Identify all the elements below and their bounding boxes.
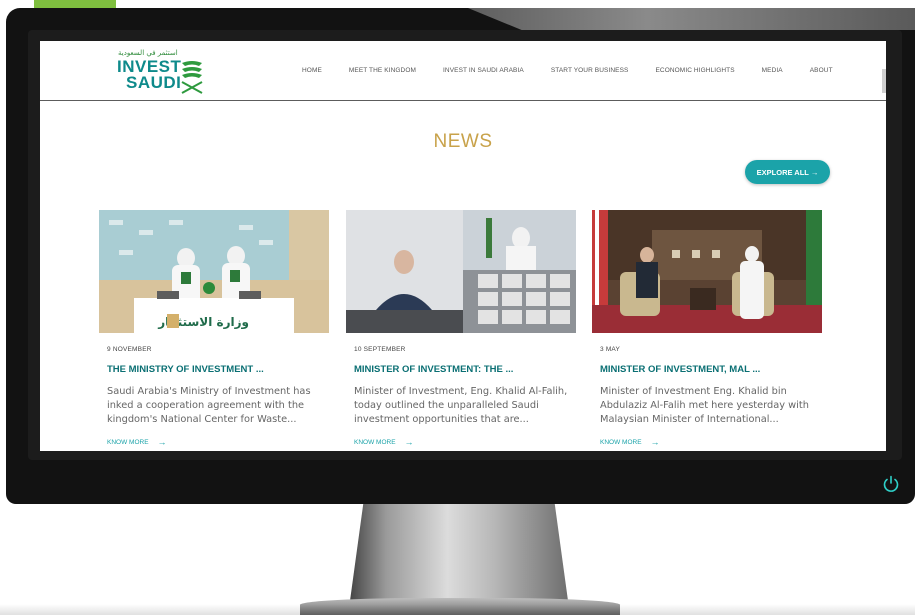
nav-start-your-business[interactable]: START YOUR BUSINESS — [551, 67, 629, 74]
nav-economic-highlights[interactable]: ECONOMIC HIGHLIGHTS — [655, 67, 734, 74]
invest-saudi-logo[interactable]: استثمر في السعودية INVEST SAUDI — [114, 49, 214, 97]
news-card: 3 MAY MINISTER OF INVESTMENT, MAL ... Mi… — [592, 210, 822, 451]
know-more-link[interactable]: KNOW MORE → — [600, 437, 660, 447]
news-section-title: NEWS — [433, 131, 493, 152]
news-card: 10 SEPTEMBER MINISTER OF INVESTMENT: THE… — [346, 210, 576, 451]
site-header: استثمر في السعودية INVEST SAUDI HOME MEE… — [40, 41, 886, 101]
news-date: 10 SEPTEMBER — [354, 346, 406, 353]
nav-home[interactable]: HOME — [302, 67, 322, 74]
news-headline[interactable]: THE MINISTRY OF INVESTMENT ... — [107, 364, 327, 375]
news-image-signing-ceremony[interactable]: وزارة الاستثمار — [99, 210, 329, 333]
nav-meet-the-kingdom[interactable]: MEET THE KINGDOM — [349, 67, 416, 74]
logo-saudi-text: SAUDI — [126, 73, 182, 92]
news-image-bilateral-meeting[interactable] — [592, 210, 822, 333]
monitor-gloss — [468, 8, 915, 30]
news-card: وزارة الاستثمار 9 NOVEMBER THE MINISTRY … — [99, 210, 329, 451]
monitor-stand-neck — [349, 504, 569, 604]
explore-all-button[interactable]: EXPLORE ALL → — [745, 160, 830, 184]
news-headline[interactable]: MINISTER OF INVESTMENT: THE ... — [354, 364, 574, 375]
know-more-link[interactable]: KNOW MORE → — [354, 437, 414, 447]
scrollbar-thumb[interactable] — [882, 69, 886, 93]
know-more-link[interactable]: KNOW MORE → — [107, 437, 167, 447]
arrow-right-icon: → — [157, 437, 167, 447]
know-more-label: KNOW MORE — [600, 438, 642, 446]
arrow-right-icon: → — [650, 437, 660, 447]
news-excerpt: Minister of Investment Eng. Khalid bin A… — [600, 386, 809, 426]
know-more-label: KNOW MORE — [107, 438, 149, 446]
nav-about[interactable]: ABOUT — [810, 67, 833, 74]
main-nav: HOME MEET THE KINGDOM INVEST IN SAUDI AR… — [302, 41, 860, 100]
news-date: 9 NOVEMBER — [107, 346, 152, 353]
news-date: 3 MAY — [600, 346, 621, 353]
power-icon[interactable] — [880, 473, 902, 495]
logo-arabic-text: استثمر في السعودية — [118, 49, 178, 57]
monitor-screen: استثمر في السعودية INVEST SAUDI HOME MEE… — [40, 41, 886, 451]
nav-invest-in-saudi-arabia[interactable]: INVEST IN SAUDI ARABIA — [443, 67, 524, 74]
nav-media[interactable]: MEDIA — [762, 67, 783, 74]
arrow-right-icon: → — [404, 437, 414, 447]
know-more-label: KNOW MORE — [354, 438, 396, 446]
logo-mark-icon — [181, 61, 203, 94]
news-image-video-conference[interactable] — [346, 210, 576, 333]
news-headline[interactable]: MINISTER OF INVESTMENT, MAL ... — [600, 364, 820, 375]
floor-shadow — [0, 604, 915, 615]
news-excerpt: Saudi Arabia's Ministry of Investment ha… — [107, 386, 311, 426]
news-excerpt: Minister of Investment, Eng. Khalid Al-F… — [354, 386, 568, 426]
